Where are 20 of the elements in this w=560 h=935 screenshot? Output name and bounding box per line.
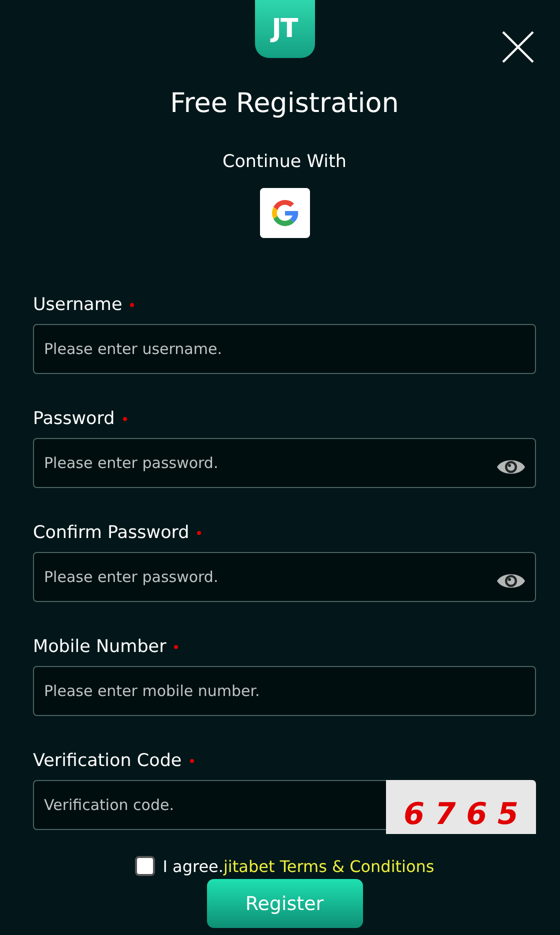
captcha-image[interactable]: 6 7 6 5 <box>386 780 536 834</box>
close-icon[interactable] <box>502 31 534 63</box>
field-label: Mobile Number <box>33 637 166 657</box>
field-label: Username <box>33 295 122 315</box>
input-field[interactable]: Please enter mobile number. <box>33 666 536 716</box>
input-field[interactable]: Please enter username. <box>33 324 536 374</box>
logo: JT <box>254 0 314 58</box>
field-label: Confirm Password <box>33 523 190 543</box>
continue-with-label: Continue With <box>222 152 348 174</box>
agree-text: I agree.jitabet Terms & Conditions <box>162 856 434 876</box>
password-field[interactable]: Please enter password. <box>33 552 536 602</box>
verification-code-field[interactable]: Verification code. <box>33 780 386 830</box>
field-label: Password <box>33 409 115 429</box>
google-icon[interactable] <box>260 188 310 238</box>
agree-checkbox[interactable] <box>134 856 155 876</box>
field-label: Verification Code <box>33 751 182 771</box>
page-title: Free Registration <box>169 87 400 121</box>
register-button[interactable]: Register <box>206 879 362 928</box>
terms-link[interactable]: jitabet Terms & Conditions <box>223 856 434 876</box>
password-field[interactable]: Please enter password. <box>33 438 536 488</box>
